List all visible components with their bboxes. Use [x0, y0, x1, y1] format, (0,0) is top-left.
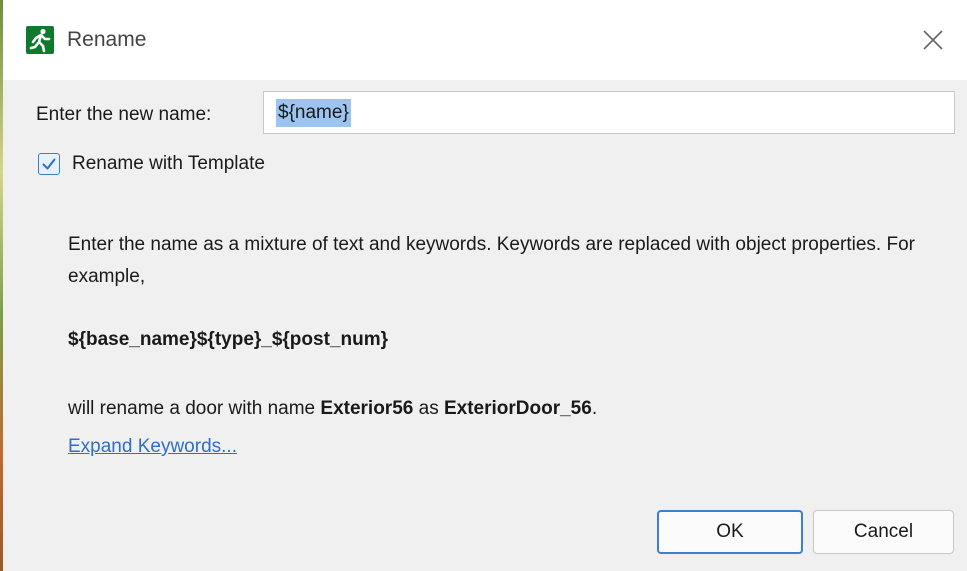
background-window-edge	[0, 0, 3, 571]
rename-with-template-checkbox[interactable]: Rename with Template	[38, 151, 265, 177]
example-suffix: .	[591, 398, 598, 419]
new-name-input[interactable]: ${name}	[263, 91, 955, 134]
checkmark-icon	[42, 158, 56, 170]
close-button[interactable]	[911, 18, 955, 62]
running-man-icon	[26, 26, 54, 54]
example-new-name: ExteriorDoor_56	[443, 398, 592, 419]
example-sentence: will rename a door with name Exterior56 …	[68, 393, 597, 425]
title-bar: Rename	[3, 0, 967, 80]
example-prefix: will rename a door with name	[68, 398, 321, 419]
new-name-label: Enter the new name:	[36, 104, 212, 125]
checkbox-box[interactable]	[38, 153, 60, 175]
template-example: ${base_name}${type}_${post_num}	[68, 329, 388, 350]
example-old-name: Exterior56	[320, 398, 414, 419]
close-icon	[923, 30, 943, 50]
ok-button[interactable]: OK	[657, 510, 803, 554]
checkbox-label: Rename with Template	[72, 153, 265, 174]
expand-keywords-link[interactable]: Expand Keywords...	[68, 433, 237, 461]
cancel-button[interactable]: Cancel	[813, 510, 954, 554]
help-intro-text: Enter the name as a mixture of text and …	[68, 234, 915, 287]
new-name-value: ${name}	[276, 98, 351, 127]
example-middle: as	[413, 398, 444, 419]
rename-dialog: Rename Enter the new name: ${name} Renam…	[0, 0, 967, 571]
window-title: Rename	[67, 28, 147, 51]
